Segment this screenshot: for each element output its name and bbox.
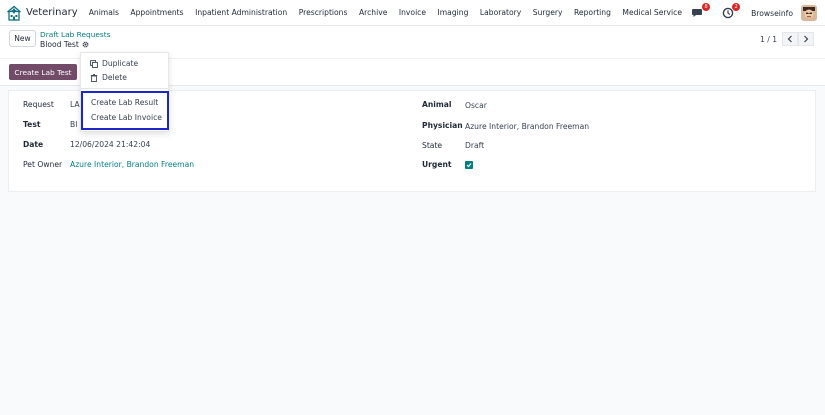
check-icon — [466, 163, 472, 168]
menu-imaging[interactable]: Imaging — [438, 8, 469, 17]
pager-value: 1 / 1 — [760, 35, 778, 44]
state-value: Draft — [465, 141, 485, 150]
menu-inpatient-administration[interactable]: Inpatient Administration — [195, 8, 287, 17]
physician-label: Physician — [422, 121, 463, 130]
animal-field[interactable]: Oscar — [465, 101, 487, 110]
copy-icon — [90, 59, 98, 68]
highlight-box — [81, 91, 169, 130]
request-value: LA — [70, 100, 80, 109]
menu-laboratory[interactable]: Laboratory — [480, 8, 521, 17]
urgent-label: Urgent — [422, 160, 452, 169]
chevron-right-icon — [804, 35, 809, 43]
activity-button[interactable]: 2 — [721, 3, 741, 20]
menu-surgery[interactable]: Surgery — [533, 8, 563, 17]
delete-label: Delete — [102, 73, 127, 82]
menu-appointments[interactable]: Appointments — [130, 8, 183, 17]
hospital-icon — [7, 5, 21, 21]
request-label: Request — [23, 100, 54, 109]
user-face-icon — [801, 5, 817, 21]
breadcrumb-current: Blood Test — [40, 40, 89, 49]
new-button[interactable]: New — [9, 30, 36, 47]
trash-icon — [90, 73, 98, 82]
app-name: Veterinary — [26, 7, 78, 18]
date-field[interactable]: 12/06/2024 21:42:04 — [70, 140, 150, 149]
physician-field[interactable]: Azure Interior, Brandon Freeman — [465, 122, 589, 131]
company-switcher[interactable]: Browseinfo — [751, 9, 793, 18]
menu-archive[interactable]: Archive — [359, 8, 387, 17]
pet-owner-link[interactable]: Azure Interior, Brandon Freeman — [70, 160, 194, 169]
breadcrumb-parent[interactable]: Draft Lab Requests — [40, 30, 111, 39]
menu-medical-service[interactable]: Medical Service — [622, 8, 682, 17]
pager-previous-button[interactable] — [782, 32, 798, 46]
duplicate-label: Duplicate — [102, 59, 139, 68]
user-avatar[interactable] — [801, 5, 817, 21]
create-lab-test-button[interactable]: Create Lab Test — [9, 64, 77, 80]
systray: 8 2 Browseinfo — [691, 0, 817, 26]
pager-next-button[interactable] — [798, 32, 814, 46]
duplicate-menu-item[interactable]: Duplicate — [90, 59, 138, 68]
test-label: Test — [23, 120, 41, 129]
chevron-left-icon — [787, 35, 792, 43]
state-label: State — [422, 141, 443, 150]
menu-prescriptions[interactable]: Prescriptions — [299, 8, 348, 17]
menu-animals[interactable]: Animals — [89, 8, 119, 17]
menu-invoice[interactable]: Invoice — [399, 8, 426, 17]
urgent-checkbox[interactable] — [465, 161, 473, 169]
messages-button[interactable]: 8 — [691, 3, 711, 20]
app-brand[interactable]: Veterinary — [6, 0, 89, 26]
top-navbar: Veterinary Animals Appointments Inpatien… — [0, 0, 825, 26]
activity-badge: 2 — [732, 3, 741, 11]
messages-badge: 8 — [702, 3, 711, 11]
delete-menu-item[interactable]: Delete — [90, 73, 127, 82]
main-menu: Animals Appointments Inpatient Administr… — [89, 0, 694, 26]
date-label: Date — [23, 140, 44, 149]
animal-label: Animal — [422, 100, 452, 109]
dropdown-separator — [81, 88, 168, 89]
menu-reporting[interactable]: Reporting — [574, 8, 611, 17]
gear-icon[interactable] — [82, 41, 89, 48]
pet-owner-label: Pet Owner — [23, 160, 63, 169]
test-field[interactable]: Bl — [70, 120, 77, 129]
record-name: Blood Test — [40, 40, 79, 49]
action-dropdown-menu: Duplicate Delete Create Lab Result Creat… — [80, 52, 169, 132]
